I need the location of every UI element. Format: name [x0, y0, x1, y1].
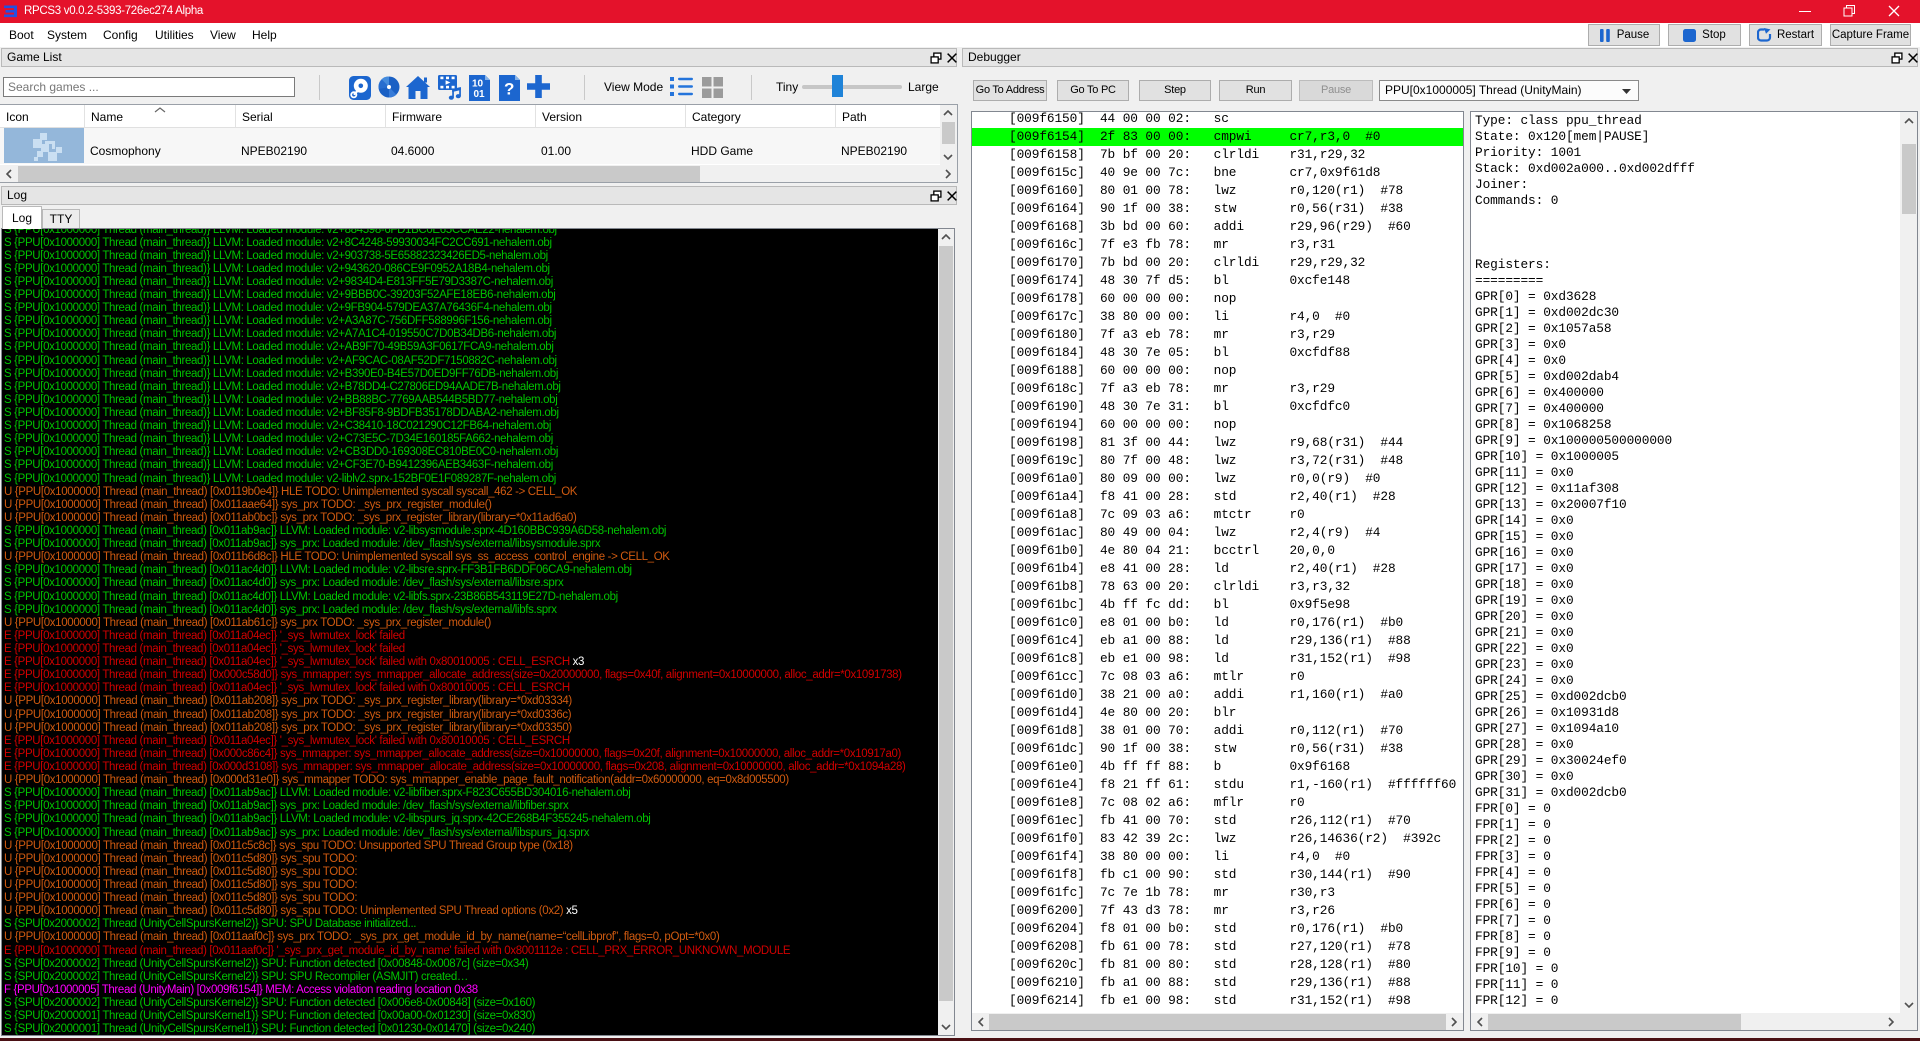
svg-text:?: ?	[504, 80, 514, 99]
svg-text:10: 10	[472, 79, 484, 90]
svg-text:01: 01	[474, 89, 486, 100]
